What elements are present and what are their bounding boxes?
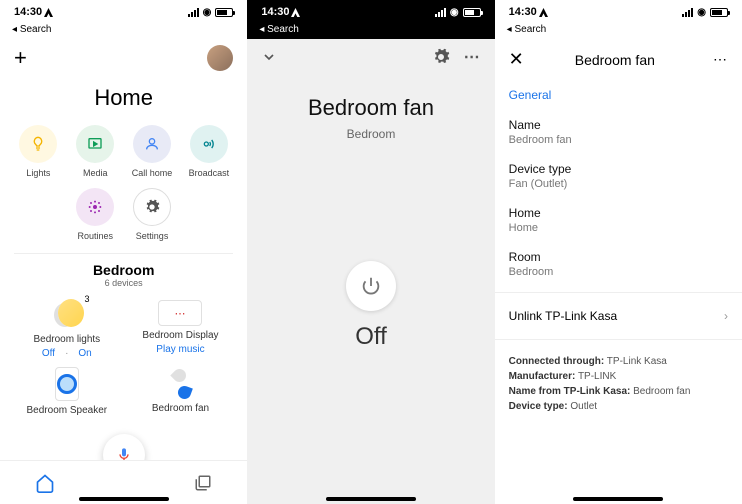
room-title: Bedroom (0, 262, 247, 278)
battery-icon (215, 8, 233, 17)
lightbulb-icon (58, 299, 84, 327)
device-bedroom-speaker[interactable]: Bedroom Speaker (10, 367, 124, 419)
lights-icon (19, 125, 57, 163)
speaker-icon (55, 367, 79, 401)
device-bedroom-lights[interactable]: 3 Bedroom lights Off·On (10, 296, 124, 359)
device-bedroom-display[interactable]: ⋯ Bedroom Display Play music (124, 296, 238, 359)
divider (495, 292, 742, 293)
home-indicator[interactable] (573, 497, 663, 501)
home-screen: 14:30 ◉ ◂ Search + Home LightsMediaCall … (0, 0, 247, 504)
more-icon[interactable]: ⋯ (713, 51, 728, 68)
display-icon: ⋯ (158, 300, 202, 326)
status-bar: 14:30 ◉ (495, 0, 742, 24)
wifi-icon: ◉ (450, 7, 459, 18)
broadcast-icon (190, 125, 228, 163)
field-name[interactable]: NameBedroom fan (495, 110, 742, 154)
nav-collections-icon[interactable] (194, 474, 212, 492)
device-title: Bedroom fan (247, 95, 494, 121)
wifi-icon: ◉ (697, 7, 706, 18)
power-button[interactable] (346, 261, 396, 311)
field-room[interactable]: RoomBedroom (495, 242, 742, 286)
unlink-row[interactable]: Unlink TP-Link Kasa › (495, 299, 742, 333)
action-routines[interactable]: Routines (67, 188, 124, 241)
status-bar: 14:30 ◉ (247, 0, 494, 24)
quick-actions: LightsMediaCall homeBroadcast RoutinesSet… (0, 125, 247, 251)
fan-icon (165, 369, 195, 399)
device-metadata: Connected through: TP-Link KasaManufactu… (495, 346, 742, 422)
play-music-button[interactable]: Play music (156, 344, 204, 355)
action-call-home[interactable]: Call home (124, 125, 181, 178)
field-device-type[interactable]: Device typeFan (Outlet) (495, 154, 742, 198)
device-grid: 3 Bedroom lights Off·On ⋯ Bedroom Displa… (0, 296, 247, 427)
close-button[interactable]: ✕ (509, 49, 529, 70)
routines-icon (76, 188, 114, 226)
page-title: Home (0, 85, 247, 111)
device-bedroom-fan[interactable]: Bedroom fan (124, 367, 238, 419)
device-room: Bedroom (247, 127, 494, 141)
media-icon (76, 125, 114, 163)
status-time: 14:30 (261, 6, 289, 18)
action-media[interactable]: Media (67, 125, 124, 178)
device-state: Off (247, 323, 494, 351)
tab-general[interactable]: General (495, 80, 742, 110)
back-to-search[interactable]: ◂ Search (495, 24, 742, 39)
signal-icon (188, 8, 199, 17)
back-to-search[interactable]: ◂ Search (247, 24, 494, 39)
home-indicator[interactable] (79, 497, 169, 501)
action-settings[interactable]: Settings (124, 188, 181, 241)
settings-icon (133, 188, 171, 226)
room-subtitle: 6 devices (0, 278, 247, 288)
call-home-icon (133, 125, 171, 163)
battery-icon (710, 8, 728, 17)
device-settings-screen: 14:30 ◉ ◂ Search ✕ Bedroom fan ⋯ General… (495, 0, 742, 504)
home-indicator[interactable] (326, 497, 416, 501)
divider (14, 253, 233, 254)
nav-home-icon[interactable] (35, 473, 55, 493)
action-lights[interactable]: Lights (10, 125, 67, 178)
signal-icon (435, 8, 446, 17)
status-time: 14:30 (509, 6, 537, 18)
battery-icon (463, 8, 481, 17)
status-time: 14:30 (14, 6, 42, 18)
status-bar: 14:30 ◉ (0, 0, 247, 24)
divider (495, 339, 742, 340)
lights-on-button[interactable]: On (78, 348, 91, 359)
field-home[interactable]: HomeHome (495, 198, 742, 242)
chevron-right-icon: › (724, 309, 728, 323)
more-icon[interactable]: ⋯ (464, 47, 481, 67)
avatar[interactable] (207, 45, 233, 71)
back-button[interactable] (261, 49, 277, 65)
gear-icon[interactable] (432, 48, 450, 66)
add-button[interactable]: + (14, 45, 27, 71)
page-title: Bedroom fan (529, 52, 713, 68)
device-control-screen: 14:30 ◉ ◂ Search ⋯ Bedroom fan Bedroom O… (247, 0, 494, 504)
device-count-badge: 3 (85, 294, 90, 304)
back-to-search[interactable]: ◂ Search (0, 24, 247, 39)
action-broadcast[interactable]: Broadcast (180, 125, 237, 178)
wifi-icon: ◉ (203, 7, 212, 18)
signal-icon (682, 8, 693, 17)
lights-off-button[interactable]: Off (42, 348, 55, 359)
